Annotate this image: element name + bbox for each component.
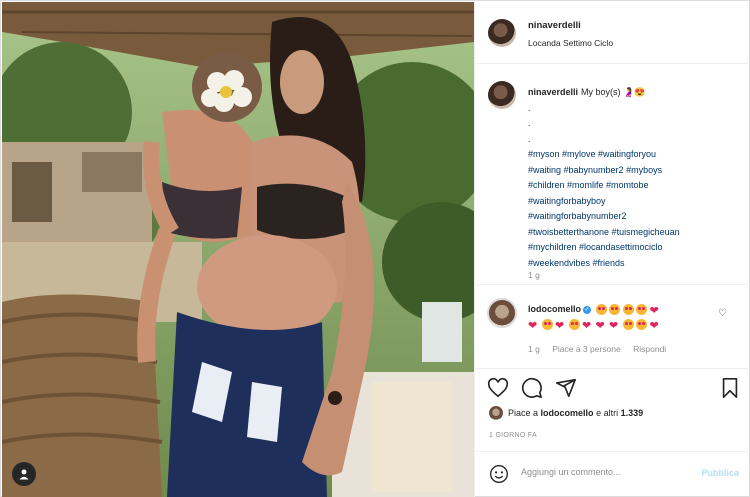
commenter-username[interactable]: lodocomello xyxy=(528,304,581,314)
caption-username[interactable]: ninaverdelli xyxy=(528,87,578,97)
red-heart-emoji-icon xyxy=(609,318,620,333)
caption-dot: . xyxy=(528,118,531,128)
caption-dot: . xyxy=(528,133,531,144)
caption-text-block: ninaverdelli My boy(s) 🤰😍 . . . #myson #m… xyxy=(528,85,738,271)
post-side-panel: ninaverdelli Locanda Settimo Ciclo ninav… xyxy=(474,2,750,497)
red-heart-emoji-icon xyxy=(528,318,539,333)
comment-like-heart-icon[interactable]: ♡ xyxy=(718,308,727,319)
post-frame: ninaverdelli Locanda Settimo Ciclo ninav… xyxy=(0,0,750,497)
author-avatar[interactable] xyxy=(488,19,516,47)
post-header: ninaverdelli Locanda Settimo Ciclo xyxy=(475,2,750,64)
red-heart-emoji-icon xyxy=(555,318,566,333)
post-date[interactable]: 1 GIORNO FA xyxy=(489,432,537,439)
liker-username[interactable]: lodocomello xyxy=(541,408,594,418)
red-heart-emoji-icon xyxy=(650,318,661,333)
heart-eyes-emoji-icon xyxy=(568,319,580,331)
heart-eyes-emoji-icon xyxy=(622,304,634,316)
caption-author-avatar[interactable] xyxy=(488,81,516,109)
post-photo[interactable] xyxy=(2,2,474,497)
comment-meta: 1 g Piace a 3 persone Rispondi xyxy=(528,344,676,354)
heart-eyes-emoji-icon xyxy=(636,319,647,331)
red-heart-emoji-icon xyxy=(596,318,607,333)
publish-button[interactable]: Pubblica xyxy=(701,468,739,478)
comment-reply-link[interactable]: Rispondi xyxy=(633,344,666,354)
smiley-icon[interactable] xyxy=(489,464,509,484)
bookmark-icon[interactable] xyxy=(719,377,741,399)
share-icon[interactable] xyxy=(555,377,577,399)
caption-time[interactable]: 1 g xyxy=(528,270,540,280)
commenter-avatar[interactable] xyxy=(487,298,517,328)
likes-middle: e altri xyxy=(596,408,619,418)
comment-input[interactable] xyxy=(521,467,681,477)
action-bar xyxy=(475,368,750,404)
likes-summary: Piace a lodocomello e altri 1.339 xyxy=(489,406,643,420)
user-tag-icon[interactable] xyxy=(12,462,36,486)
hashtag-line[interactable]: #myson #mylove #waitingforyou xyxy=(528,147,738,163)
post-photo-illustration xyxy=(2,2,474,497)
liker-avatar[interactable] xyxy=(489,406,503,420)
author-username[interactable]: ninaverdelli xyxy=(528,20,581,31)
red-heart-emoji-icon xyxy=(650,303,661,318)
hashtag-line[interactable]: #weekendvibes #friends xyxy=(528,256,738,272)
red-heart-emoji-icon xyxy=(582,318,593,333)
hashtag-line[interactable]: #children #momlife #momtobe xyxy=(528,178,738,194)
caption-dot: . xyxy=(528,102,531,113)
verified-badge-icon: ✓ xyxy=(583,305,592,314)
comment-likes-count[interactable]: Piace a 3 persone xyxy=(552,344,621,354)
likes-count[interactable]: 1.339 xyxy=(621,408,644,418)
hashtag-line[interactable]: #waitingforbabyboy xyxy=(528,194,738,210)
hashtag-line[interactable]: #mychildren #locandasettimociclo xyxy=(528,240,738,256)
user-tag-glyph xyxy=(19,469,29,480)
comment-time[interactable]: 1 g xyxy=(528,344,540,354)
heart-icon[interactable] xyxy=(487,377,509,399)
heart-eyes-emoji-icon xyxy=(541,319,553,331)
likes-prefix: Piace a xyxy=(508,408,539,418)
heart-eyes-emoji-icon xyxy=(622,319,634,331)
hashtag-line[interactable]: #waiting #babynumber2 #myboys xyxy=(528,163,738,179)
heart-eyes-emoji-icon xyxy=(636,304,648,316)
hashtag-line[interactable]: #waitingforbabynumber2 xyxy=(528,209,738,225)
post-location[interactable]: Locanda Settimo Ciclo xyxy=(528,38,613,48)
comment-icon[interactable] xyxy=(521,377,543,399)
comment-text: lodocomello ✓ xyxy=(528,302,708,333)
caption-text: My boy(s) 🤰😍 xyxy=(581,87,646,97)
comment-item: lodocomello✓ ♡ 1 g Piace a 3 persone Ris… xyxy=(475,292,750,362)
add-comment-bar: Pubblica xyxy=(475,451,750,497)
heart-eyes-emoji-icon xyxy=(595,304,607,316)
heart-eyes-emoji-icon xyxy=(609,304,621,316)
hashtag-line[interactable]: #twoisbetterthanone #tuismegicheuan xyxy=(528,225,738,241)
caption-section: ninaverdelli My boy(s) 🤰😍 . . . #myson #m… xyxy=(475,65,750,285)
